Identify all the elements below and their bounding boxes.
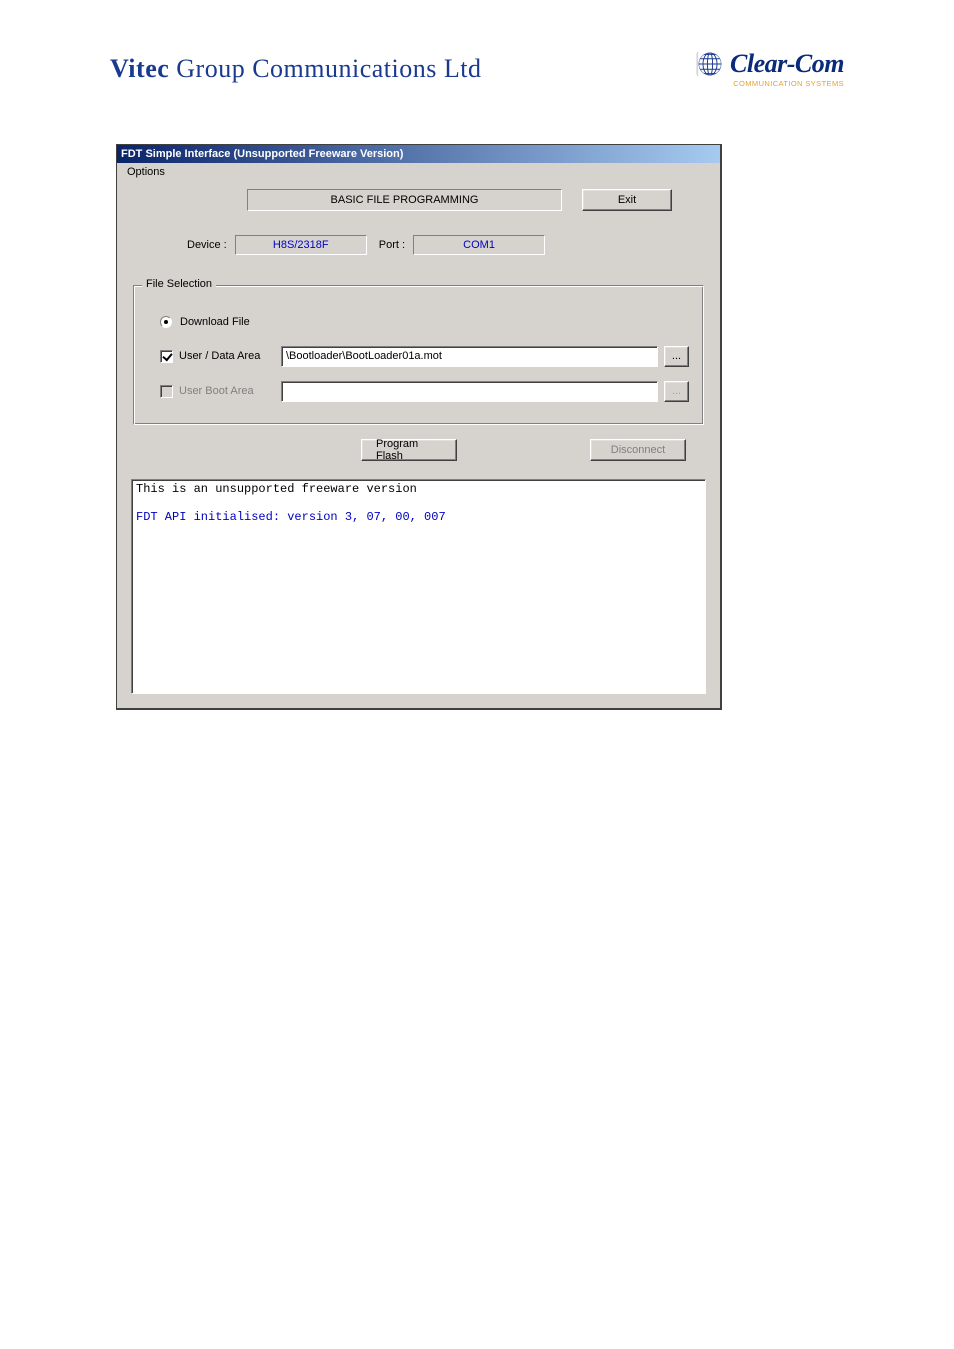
menu-options[interactable]: Options (123, 165, 169, 179)
device-value: H8S/2318F (235, 235, 367, 255)
file-selection-group: File Selection Download File User / Data… (133, 285, 704, 425)
vitec-bold: Vitec (110, 54, 169, 83)
action-row: Program Flash Disconnect (131, 439, 706, 461)
user-data-row: User / Data Area ... (160, 346, 689, 367)
client-area: BASIC FILE PROGRAMMING Exit Device : H8S… (117, 181, 720, 708)
user-boot-browse-button: ... (664, 381, 689, 402)
user-boot-checkbox (160, 385, 173, 398)
log-line-2: FDT API initialised: version 3, 07, 00, … (136, 510, 446, 524)
user-boot-label: User Boot Area (179, 385, 275, 397)
download-file-radio[interactable] (160, 316, 172, 328)
window-title: FDT Simple Interface (Unsupported Freewa… (121, 145, 403, 163)
program-flash-button[interactable]: Program Flash (361, 439, 457, 461)
user-boot-row: User Boot Area ... (160, 381, 689, 402)
port-value: COM1 (413, 235, 545, 255)
mode-caption: BASIC FILE PROGRAMMING (247, 189, 562, 211)
user-boot-path-input (281, 381, 658, 402)
clearcom-name: Clear-Com (730, 51, 844, 77)
titlebar: FDT Simple Interface (Unsupported Freewa… (117, 145, 720, 163)
vitec-logo: Vitec Group Communications Ltd (110, 54, 481, 84)
device-row: Device : H8S/2318F Port : COM1 (187, 235, 706, 255)
user-data-browse-button[interactable]: ... (664, 346, 689, 367)
log-line-1: This is an unsupported freeware version (136, 482, 417, 496)
menubar: Options (117, 163, 720, 181)
download-file-label: Download File (180, 316, 250, 328)
disconnect-button: Disconnect (590, 439, 686, 461)
user-data-checkbox[interactable] (160, 350, 173, 363)
port-label: Port : (379, 239, 405, 251)
user-data-path-input[interactable] (281, 346, 658, 367)
app-window: FDT Simple Interface (Unsupported Freewa… (116, 144, 722, 710)
vitec-rest: Group Communications Ltd (169, 54, 481, 83)
user-data-label: User / Data Area (179, 350, 275, 362)
log-area: This is an unsupported freeware version … (131, 479, 706, 694)
file-selection-title: File Selection (142, 278, 216, 290)
device-label: Device : (187, 239, 227, 251)
clearcom-globe-icon (696, 50, 724, 78)
clearcom-sub: COMMUNICATION SYSTEMS (696, 80, 844, 88)
exit-button[interactable]: Exit (582, 189, 672, 211)
page-header: Vitec Group Communications Ltd (0, 0, 954, 108)
clearcom-logo: Clear-Com COMMUNICATION SYSTEMS (696, 50, 844, 88)
